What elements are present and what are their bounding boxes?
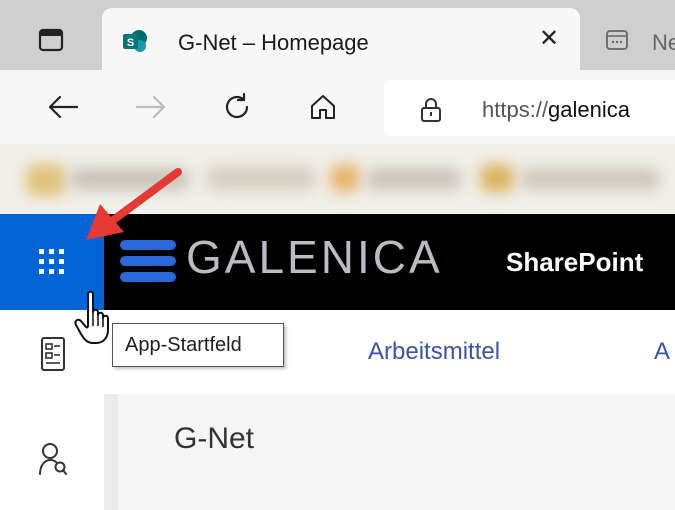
nav-link-next[interactable]: A xyxy=(654,338,670,366)
tab-title: G-Net – Homepage xyxy=(178,30,369,55)
tooltip-text: App-Startfeld xyxy=(125,334,242,356)
news-icon[interactable] xyxy=(40,336,66,372)
home-button[interactable] xyxy=(304,88,342,126)
browser-toolbar: https://galenica xyxy=(0,70,675,144)
tab-actions-icon xyxy=(38,28,64,52)
app-launcher-tooltip: App-Startfeld xyxy=(112,323,284,367)
tab-inactive[interactable]: Ne xyxy=(582,10,675,68)
favorite-item xyxy=(366,168,462,190)
lock-icon xyxy=(421,98,441,122)
refresh-button[interactable] xyxy=(218,88,256,126)
tab-active[interactable]: S G-Net – Homepage ✕ xyxy=(102,8,580,70)
address-bar[interactable]: https://galenica xyxy=(384,80,675,136)
url-text: https://galenica xyxy=(482,97,630,123)
app-name[interactable]: SharePoint xyxy=(506,247,643,278)
favorite-item xyxy=(330,164,360,192)
home-icon xyxy=(311,95,335,119)
tab-actions-button[interactable] xyxy=(18,18,84,62)
tab-title: Ne xyxy=(652,30,675,55)
site-title[interactable]: G-Net xyxy=(174,422,254,456)
refresh-icon xyxy=(225,92,249,119)
content-divider xyxy=(104,394,118,510)
back-arrow-icon xyxy=(48,95,79,119)
url-scheme: https:// xyxy=(482,97,549,122)
annotation-arrow-icon xyxy=(86,168,182,240)
svg-text:S: S xyxy=(127,37,134,49)
favorite-item xyxy=(480,164,514,192)
url-host: galenica xyxy=(548,97,630,122)
close-tab-icon[interactable]: ✕ xyxy=(534,24,564,54)
hand-cursor-icon xyxy=(74,290,109,344)
brand-name[interactable]: GALENICA xyxy=(186,230,443,284)
forward-button[interactable] xyxy=(132,88,170,126)
sharepoint-icon: S xyxy=(123,30,147,52)
favorite-item xyxy=(206,166,316,190)
app-launcher-icon xyxy=(39,249,64,274)
nav-link-arbeitsmittel[interactable]: Arbeitsmittel xyxy=(368,338,500,366)
favorite-item xyxy=(26,164,66,196)
back-button[interactable] xyxy=(44,88,82,126)
forward-arrow-icon xyxy=(135,95,166,119)
form-icon xyxy=(606,30,628,50)
favorite-item xyxy=(520,168,660,190)
people-search-icon[interactable] xyxy=(38,442,68,476)
